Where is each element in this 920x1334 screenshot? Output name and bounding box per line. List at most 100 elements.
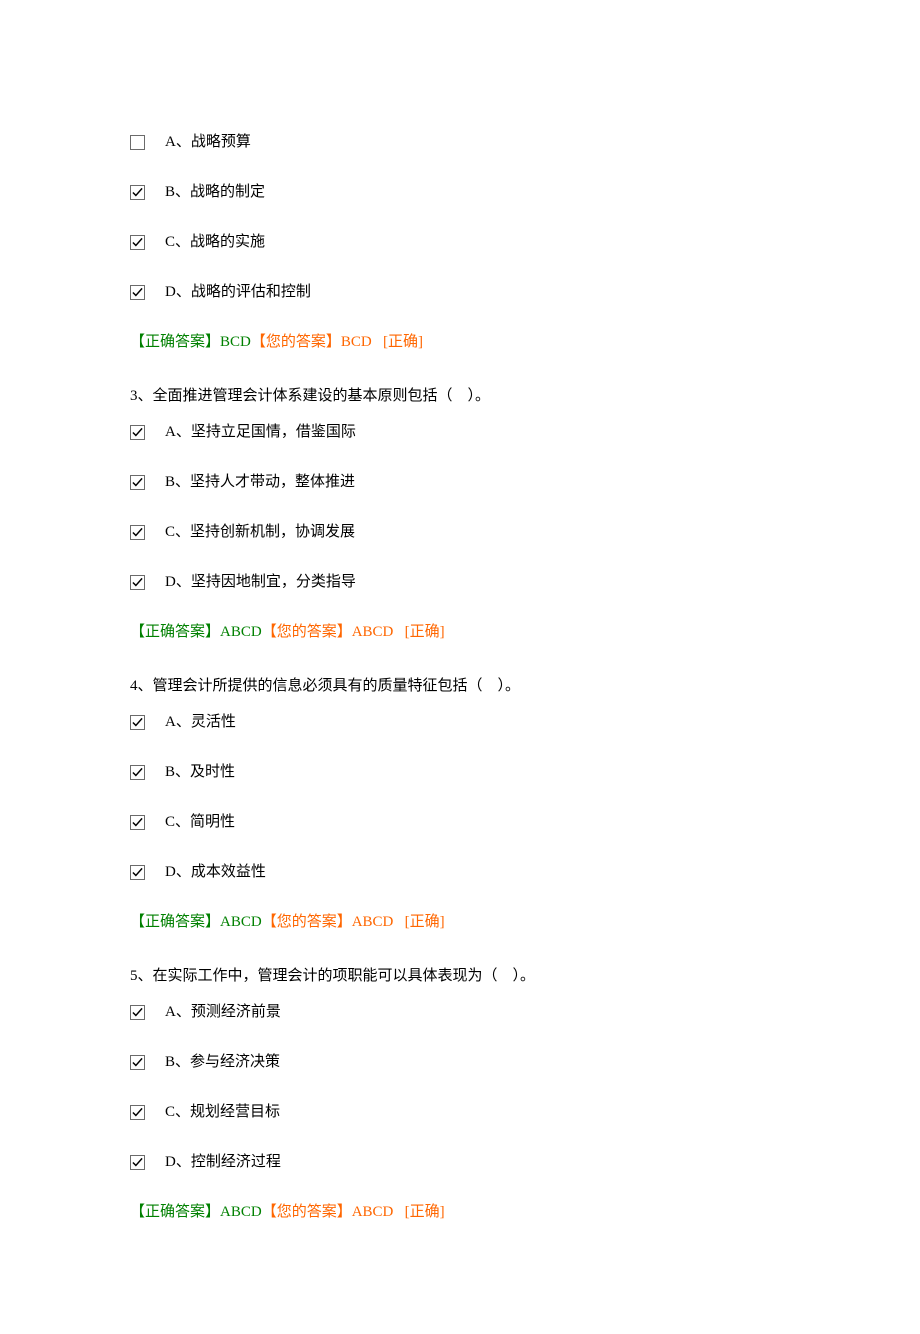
option-text: D、坚持因地制宜，分类指导 [165, 570, 356, 594]
option-letter: A [165, 714, 176, 730]
option-checkbox[interactable] [130, 1055, 145, 1070]
option-row: B、战略的制定 [130, 180, 790, 204]
option-separator: 、 [176, 284, 191, 300]
option-text: A、灵活性 [165, 710, 236, 734]
option-separator: 、 [175, 1054, 190, 1070]
option-body: 成本效益性 [191, 864, 266, 880]
option-text: A、预测经济前景 [165, 1000, 281, 1024]
option-letter: C [165, 234, 175, 250]
option-separator: 、 [176, 1004, 191, 1020]
your-answer-label: 【您的答案】 [262, 624, 352, 640]
your-answer-label: 【您的答案】 [262, 914, 352, 930]
option-text: C、坚持创新机制，协调发展 [165, 520, 355, 544]
answer-line: 【正确答案】ABCD【您的答案】ABCD [正确] [130, 620, 790, 644]
option-checkbox[interactable] [130, 525, 145, 540]
your-answer-value: ABCD [352, 914, 394, 930]
option-checkbox[interactable] [130, 715, 145, 730]
option-checkbox[interactable] [130, 235, 145, 250]
option-row: B、及时性 [130, 760, 790, 784]
option-body: 坚持立足国情，借鉴国际 [191, 424, 356, 440]
correct-answer-value: ABCD [220, 914, 262, 930]
option-separator: 、 [175, 814, 190, 830]
option-text: D、战略的评估和控制 [165, 280, 311, 304]
option-separator: 、 [176, 424, 191, 440]
answer-status: [正确] [405, 624, 445, 640]
option-checkbox[interactable] [130, 135, 145, 150]
option-body: 坚持人才带动，整体推进 [190, 474, 355, 490]
option-checkbox[interactable] [130, 865, 145, 880]
option-body: 简明性 [190, 814, 235, 830]
answer-line: 【正确答案】BCD【您的答案】BCD [正确] [130, 330, 790, 354]
correct-answer-label: 【正确答案】 [130, 624, 220, 640]
question-stem: 3、全面推进管理会计体系建设的基本原则包括（ ）。 [130, 384, 790, 408]
option-row: B、参与经济决策 [130, 1050, 790, 1074]
option-body: 战略的制定 [190, 184, 265, 200]
option-body: 战略的评估和控制 [191, 284, 311, 300]
option-separator: 、 [175, 764, 190, 780]
correct-answer-label: 【正确答案】 [130, 1204, 220, 1220]
correct-answer-label: 【正确答案】 [130, 334, 220, 350]
option-letter: A [165, 134, 176, 150]
option-checkbox[interactable] [130, 285, 145, 300]
option-body: 控制经济过程 [191, 1154, 281, 1170]
option-letter: B [165, 764, 175, 780]
option-letter: C [165, 814, 175, 830]
answer-line: 【正确答案】ABCD【您的答案】ABCD [正确] [130, 910, 790, 934]
option-letter: B [165, 184, 175, 200]
option-body: 参与经济决策 [190, 1054, 280, 1070]
option-checkbox[interactable] [130, 185, 145, 200]
option-checkbox[interactable] [130, 1005, 145, 1020]
question-stem: 4、管理会计所提供的信息必须具有的质量特征包括（ ）。 [130, 674, 790, 698]
correct-answer-label: 【正确答案】 [130, 914, 220, 930]
option-text: B、坚持人才带动，整体推进 [165, 470, 355, 494]
option-text: D、控制经济过程 [165, 1150, 281, 1174]
option-checkbox[interactable] [130, 815, 145, 830]
option-text: B、及时性 [165, 760, 235, 784]
correct-answer-value: BCD [220, 334, 251, 350]
option-letter: A [165, 1004, 176, 1020]
option-letter: A [165, 424, 176, 440]
option-letter: B [165, 1054, 175, 1070]
option-checkbox[interactable] [130, 1155, 145, 1170]
option-letter: D [165, 864, 176, 880]
option-row: C、战略的实施 [130, 230, 790, 254]
option-checkbox[interactable] [130, 425, 145, 440]
answer-status: [正确] [405, 914, 445, 930]
option-checkbox[interactable] [130, 575, 145, 590]
option-checkbox[interactable] [130, 765, 145, 780]
option-separator: 、 [176, 864, 191, 880]
option-letter: B [165, 474, 175, 490]
option-body: 预测经济前景 [191, 1004, 281, 1020]
option-row: D、成本效益性 [130, 860, 790, 884]
option-text: D、成本效益性 [165, 860, 266, 884]
option-text: B、战略的制定 [165, 180, 265, 204]
option-separator: 、 [175, 184, 190, 200]
option-body: 战略的实施 [190, 234, 265, 250]
option-row: A、坚持立足国情，借鉴国际 [130, 420, 790, 444]
option-letter: D [165, 284, 176, 300]
option-row: D、坚持因地制宜，分类指导 [130, 570, 790, 594]
option-row: A、灵活性 [130, 710, 790, 734]
your-answer-label: 【您的答案】 [251, 334, 341, 350]
option-text: A、坚持立足国情，借鉴国际 [165, 420, 356, 444]
option-body: 战略预算 [191, 134, 251, 150]
option-row: D、控制经济过程 [130, 1150, 790, 1174]
option-text: A、战略预算 [165, 130, 251, 154]
option-separator: 、 [176, 574, 191, 590]
option-separator: 、 [176, 1154, 191, 1170]
option-letter: D [165, 574, 176, 590]
option-body: 坚持因地制宜，分类指导 [191, 574, 356, 590]
option-letter: C [165, 1104, 175, 1120]
option-row: A、战略预算 [130, 130, 790, 154]
option-checkbox[interactable] [130, 1105, 145, 1120]
option-row: C、坚持创新机制，协调发展 [130, 520, 790, 544]
your-answer-label: 【您的答案】 [262, 1204, 352, 1220]
option-letter: C [165, 524, 175, 540]
option-separator: 、 [175, 1104, 190, 1120]
answer-line: 【正确答案】ABCD【您的答案】ABCD [正确] [130, 1200, 790, 1224]
option-separator: 、 [176, 714, 191, 730]
correct-answer-value: ABCD [220, 624, 262, 640]
option-checkbox[interactable] [130, 475, 145, 490]
your-answer-value: ABCD [352, 624, 394, 640]
correct-answer-value: ABCD [220, 1204, 262, 1220]
